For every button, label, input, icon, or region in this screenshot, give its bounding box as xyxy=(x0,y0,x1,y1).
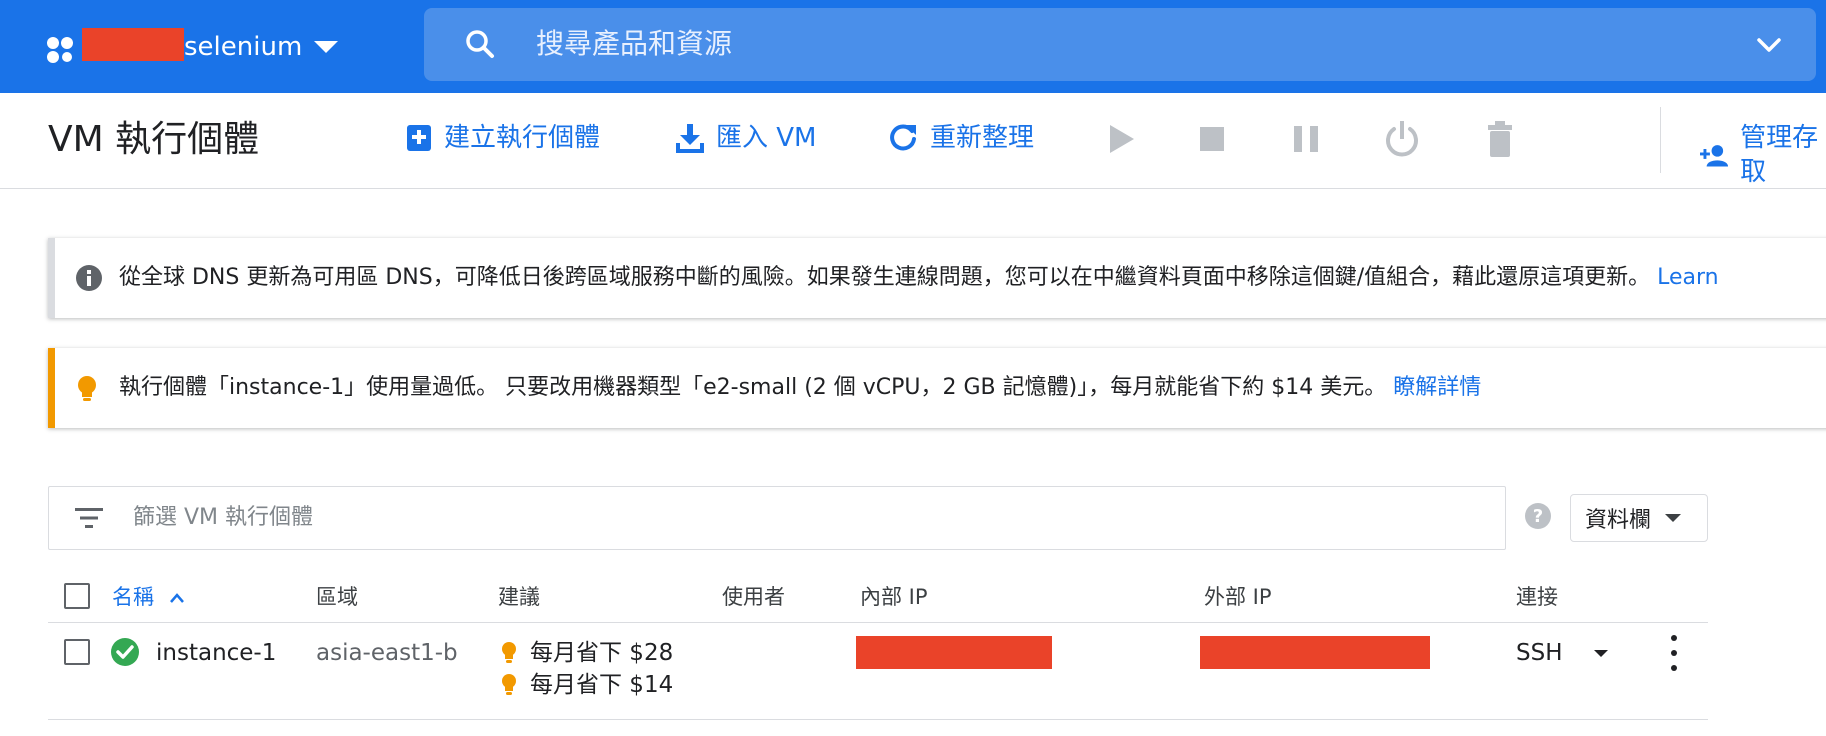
stop-icon[interactable] xyxy=(1196,119,1232,159)
column-header-recommendation[interactable]: 建議 xyxy=(498,582,540,612)
info-icon xyxy=(76,265,102,291)
import-vm-button[interactable]: 匯入 VM xyxy=(676,121,816,155)
manage-access-label: 管理存取 xyxy=(1740,123,1819,187)
column-header-connect[interactable]: 連接 xyxy=(1516,582,1558,612)
manage-access-button[interactable]: 管理存取 xyxy=(1700,121,1826,189)
page-title: VM 執行個體 xyxy=(48,119,260,160)
dns-learn-link[interactable]: Learn xyxy=(1657,265,1719,290)
app-logo-icon[interactable] xyxy=(44,34,76,66)
column-header-name[interactable]: 名稱 xyxy=(112,582,185,612)
column-header-external-ip[interactable]: 外部 IP xyxy=(1204,582,1272,612)
chevron-down-icon[interactable] xyxy=(1754,30,1784,60)
toolbar-divider xyxy=(1660,107,1661,173)
filter-placeholder: 篩選 VM 執行個體 xyxy=(133,505,314,530)
filter-box[interactable]: 篩選 VM 執行個體 xyxy=(48,486,1506,550)
caret-down-icon xyxy=(1665,514,1682,522)
instance-name-link[interactable]: instance-1 xyxy=(156,637,276,669)
help-icon[interactable]: ? xyxy=(1524,502,1552,530)
recommendation-lightbulb-icon xyxy=(502,642,516,663)
project-name[interactable]: selenium xyxy=(184,30,302,64)
delete-icon[interactable] xyxy=(1482,119,1518,159)
refresh-label: 重新整理 xyxy=(930,123,1035,153)
underutilization-banner: 執行個體「instance-1」使用量過低。 只要改用機器類型「e2-small… xyxy=(48,348,1826,428)
filter-icon xyxy=(75,508,103,528)
top-app-bar: selenium 搜尋產品和資源 xyxy=(0,0,1826,93)
project-dropdown-caret-icon[interactable] xyxy=(314,41,338,53)
search-placeholder: 搜尋產品和資源 xyxy=(536,27,733,60)
start-icon[interactable] xyxy=(1104,119,1140,159)
column-header-name-label: 名稱 xyxy=(112,585,154,609)
action-bar: VM 執行個體 建立執行個體 匯入 VM 重新整理 管理存取 xyxy=(0,93,1826,189)
redacted-project-prefix xyxy=(82,28,184,61)
dns-info-banner: 從全球 DNS 更新為可用區 DNS，可降低日後跨區域服務中斷的風險。如果發生連… xyxy=(48,238,1826,318)
row-checkbox[interactable] xyxy=(64,639,90,665)
more-actions-icon[interactable] xyxy=(1670,635,1678,671)
add-box-icon xyxy=(407,125,431,151)
import-vm-label: 匯入 VM xyxy=(716,123,817,153)
refresh-icon xyxy=(890,124,916,151)
lightbulb-icon xyxy=(78,376,96,401)
recommendation-lightbulb-icon xyxy=(502,674,516,695)
recommendation-item[interactable]: 每月省下 $28 xyxy=(530,637,673,669)
learn-more-link[interactable]: 瞭解詳情 xyxy=(1393,375,1481,400)
download-icon xyxy=(676,124,704,153)
table-row: instance-1 asia-east1-b 每月省下 $28 每月省下 $1… xyxy=(48,623,1708,720)
create-instance-label: 建立執行個體 xyxy=(444,123,601,153)
dns-banner-text: 從全球 DNS 更新為可用區 DNS，可降低日後跨區域服務中斷的風險。如果發生連… xyxy=(119,265,1651,290)
column-header-internal-ip[interactable]: 內部 IP xyxy=(860,582,928,612)
columns-label: 資料欄 xyxy=(1585,508,1652,533)
sort-ascending-icon xyxy=(169,593,184,603)
table-header: 名稱 區域 建議 使用者 內部 IP 外部 IP 連接 xyxy=(48,572,1708,623)
reset-power-icon[interactable] xyxy=(1384,119,1420,159)
search-bar[interactable]: 搜尋產品和資源 xyxy=(424,8,1816,81)
status-running-icon xyxy=(111,638,139,666)
column-header-zone[interactable]: 區域 xyxy=(316,582,358,612)
person-add-icon xyxy=(1700,145,1729,167)
column-header-user[interactable]: 使用者 xyxy=(722,582,785,612)
ssh-dropdown-caret-icon[interactable] xyxy=(1594,650,1608,657)
dns-banner-message: 從全球 DNS 更新為可用區 DNS，可降低日後跨區域服務中斷的風險。如果發生連… xyxy=(119,262,1719,294)
svg-text:?: ? xyxy=(1533,506,1543,527)
search-icon xyxy=(466,30,494,58)
ssh-button[interactable]: SSH xyxy=(1516,637,1563,669)
refresh-button[interactable]: 重新整理 xyxy=(888,121,1034,155)
usage-banner-message: 執行個體「instance-1」使用量過低。 只要改用機器類型「e2-small… xyxy=(119,372,1481,404)
redacted-internal-ip xyxy=(856,636,1052,669)
instance-zone: asia-east1-b xyxy=(316,640,458,666)
recommendation-item[interactable]: 每月省下 $14 xyxy=(530,669,673,701)
columns-dropdown[interactable]: 資料欄 xyxy=(1570,494,1708,542)
create-instance-button[interactable]: 建立執行個體 xyxy=(406,121,600,155)
redacted-external-ip xyxy=(1200,636,1430,669)
select-all-checkbox[interactable] xyxy=(64,583,90,609)
pause-icon[interactable] xyxy=(1290,119,1326,159)
usage-banner-text: 執行個體「instance-1」使用量過低。 只要改用機器類型「e2-small… xyxy=(119,375,1387,400)
